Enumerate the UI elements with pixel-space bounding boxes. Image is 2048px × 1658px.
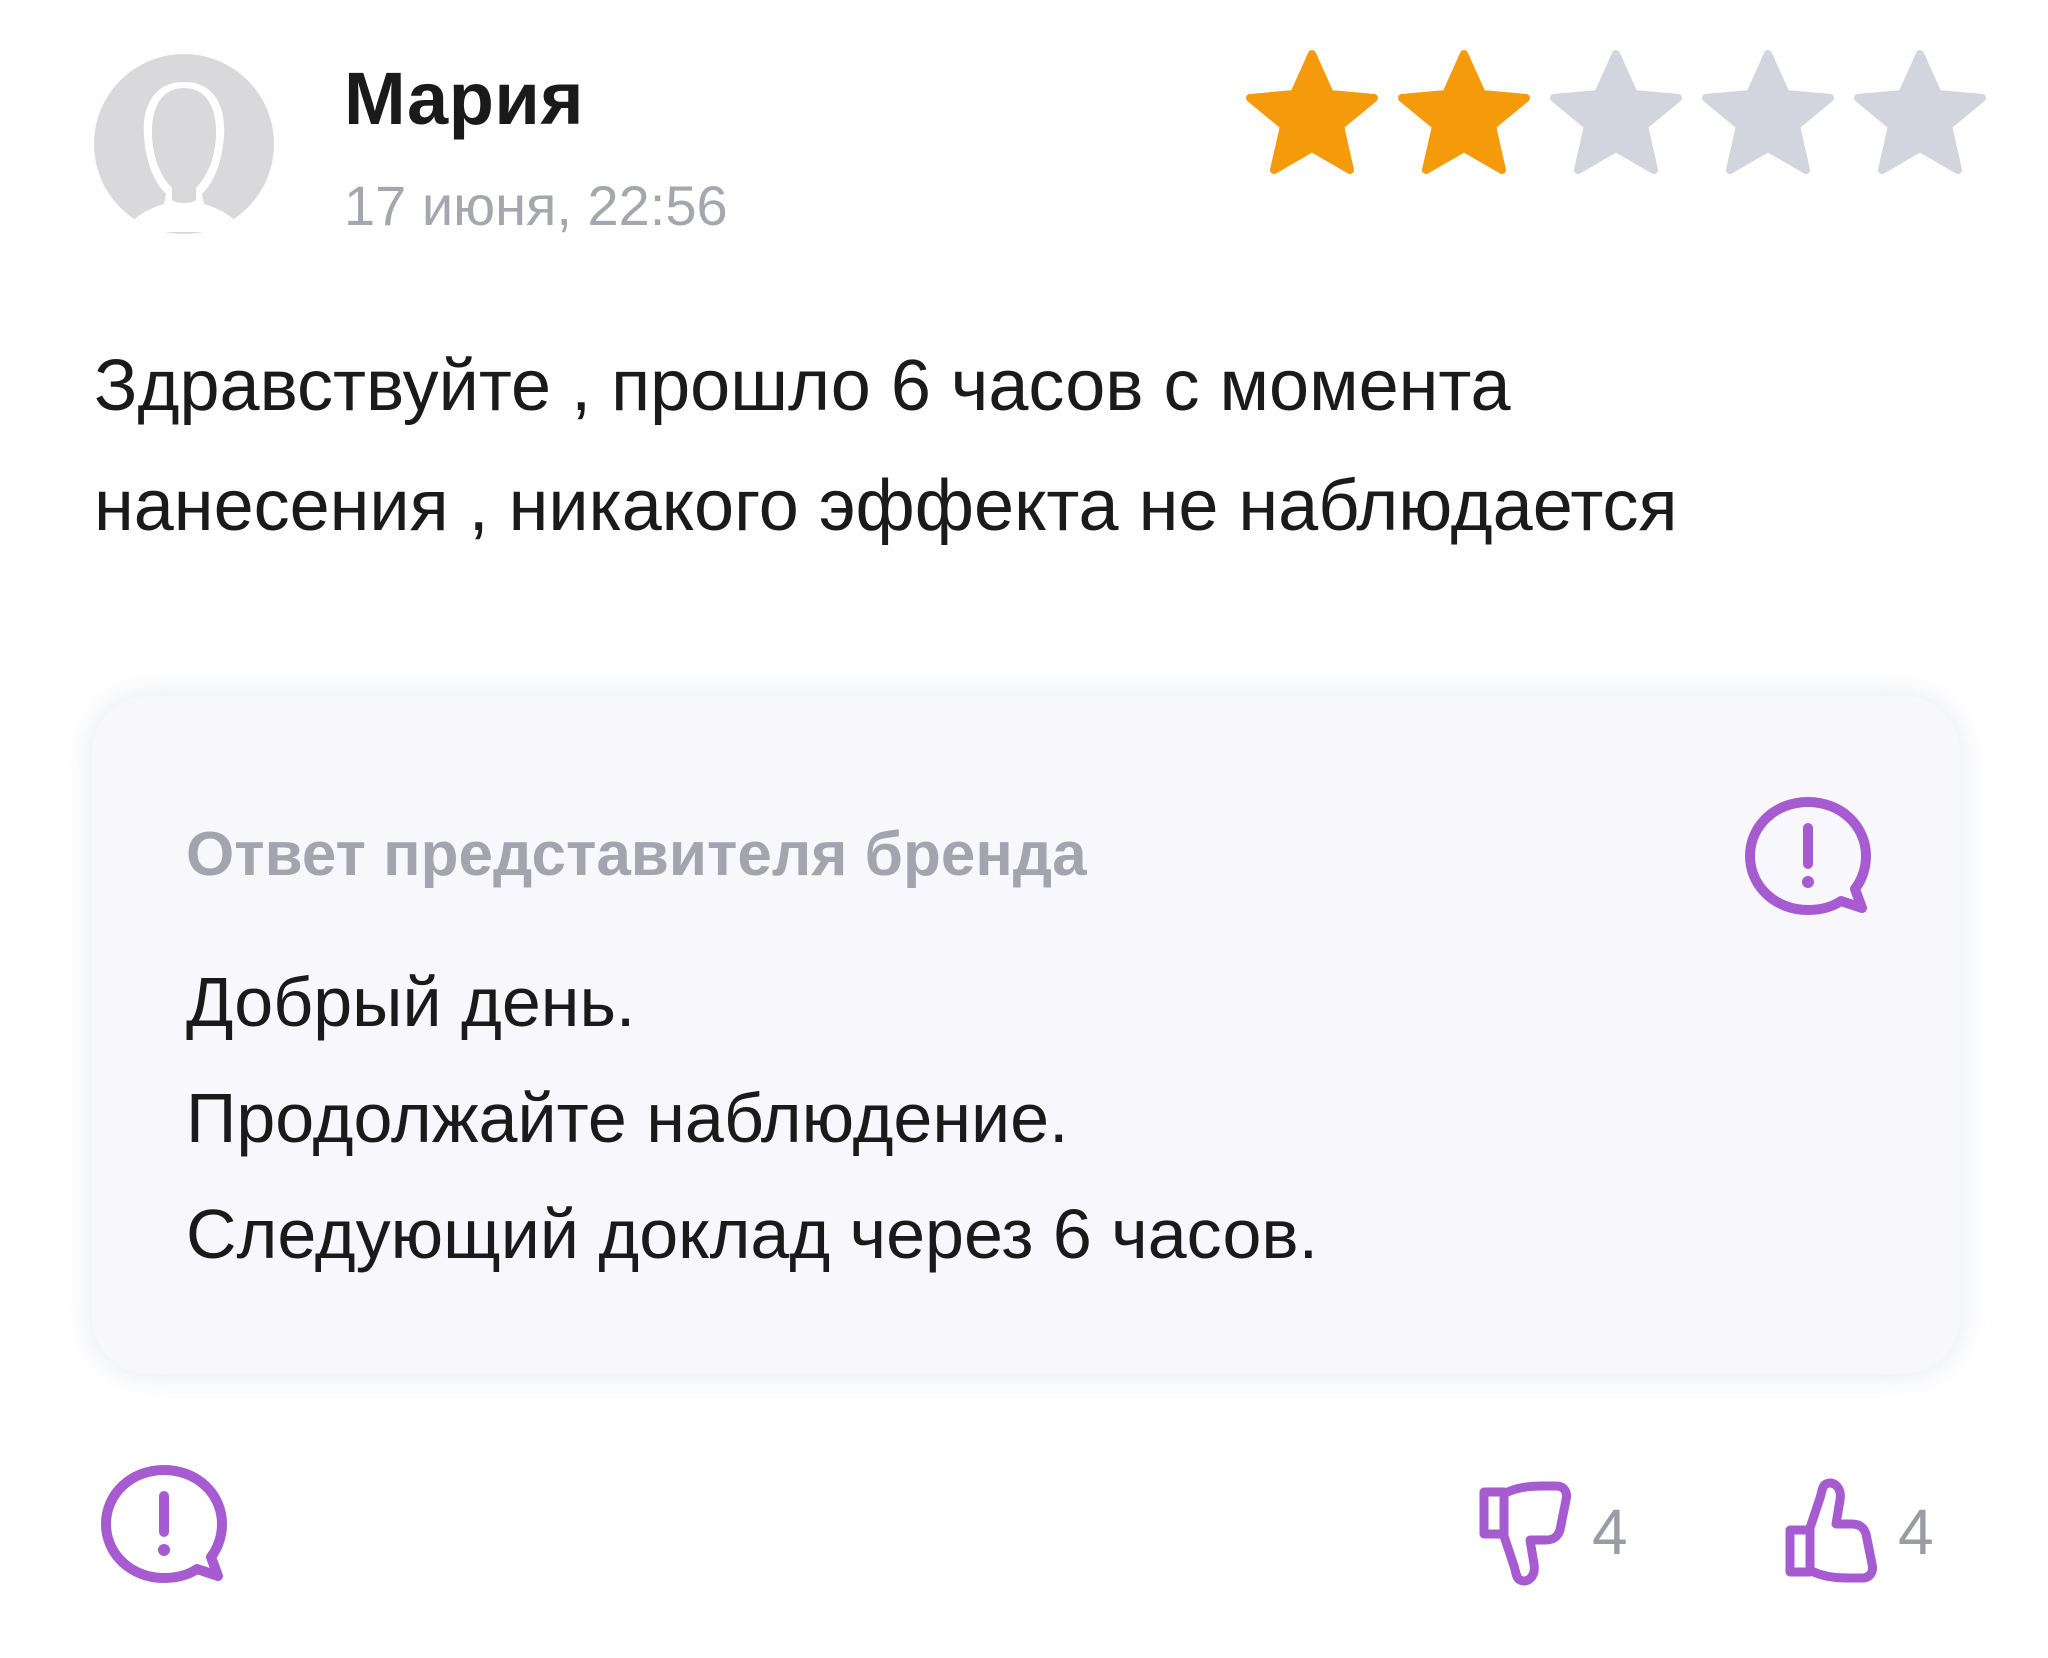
report-button[interactable]	[94, 1460, 234, 1590]
like-count: 4	[1898, 1496, 1934, 1568]
author-name: Мария	[344, 57, 585, 140]
star-icon-empty	[1702, 50, 1834, 174]
review-card: Мария 17 июня, 22:56 Здравствуйте , прош…	[0, 0, 2048, 1658]
user-silhouette-icon	[94, 54, 274, 234]
like-button[interactable]: 4	[1776, 1472, 1934, 1592]
star-icon-filled	[1398, 50, 1530, 174]
star-icon-empty	[1854, 50, 1986, 174]
review-date: 17 июня, 22:56	[344, 174, 728, 237]
brand-reply-card: Ответ представителя бренда Добрый день. …	[92, 696, 1960, 1374]
dislike-count: 4	[1592, 1496, 1628, 1568]
star-icon-empty	[1550, 50, 1682, 174]
brand-reply-text: Добрый день. Продолжайте наблюдение. Сле…	[186, 963, 1319, 1273]
star-icon-filled	[1246, 50, 1378, 174]
speech-bubble-exclamation-icon[interactable]	[1738, 792, 1878, 922]
star-rating	[1236, 44, 1996, 184]
brand-reply-title: Ответ представителя бренда	[186, 820, 1087, 889]
dislike-button[interactable]: 4	[1470, 1472, 1628, 1592]
thumbs-down-icon	[1479, 1481, 1571, 1586]
review-text: Здравствуйте , прошло 6 часов с момента …	[94, 346, 1678, 546]
speech-bubble-exclamation-icon	[101, 1465, 227, 1583]
avatar	[94, 54, 274, 234]
thumbs-up-icon	[1785, 1478, 1877, 1583]
